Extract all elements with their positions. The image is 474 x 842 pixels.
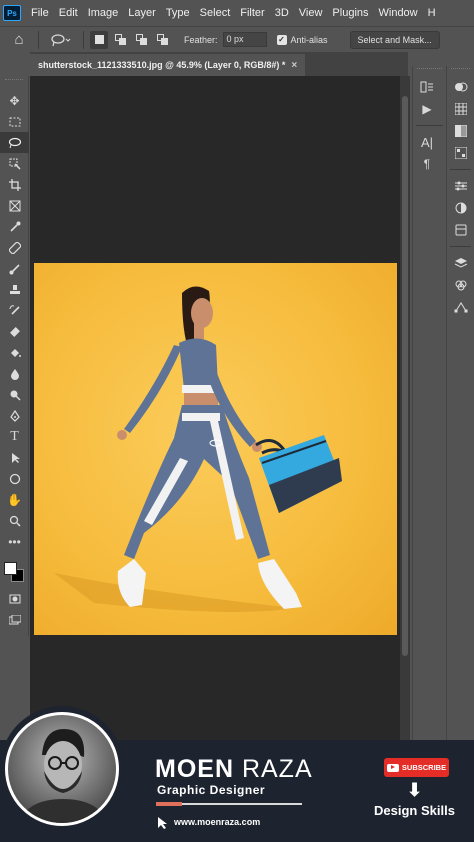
object-selection-tool-icon[interactable] <box>0 153 29 174</box>
frame-tool-icon[interactable] <box>0 195 29 216</box>
move-tool-icon[interactable]: ✥ <box>0 90 29 111</box>
photoshop-logo[interactable]: Ps <box>3 5 21 21</box>
character-panel-icon[interactable]: A| <box>413 131 441 153</box>
vertical-scrollbar[interactable] <box>400 76 410 740</box>
paths-panel-icon[interactable] <box>447 296 474 318</box>
channels-panel-icon[interactable] <box>447 274 474 296</box>
blur-tool-icon[interactable] <box>0 363 29 384</box>
document-tab[interactable]: shutterstock_1121333510.jpg @ 45.9% (Lay… <box>30 54 306 76</box>
options-bar: ⌂ Feather: 0 px ✓ Anti-alias Select and … <box>0 26 474 52</box>
menu-bar: Ps File Edit Image Layer Type Select Fil… <box>0 0 474 26</box>
brand-divider-accent <box>156 802 182 806</box>
channel-name: Design Skills <box>374 803 455 818</box>
photo-woman-walking-with-gym-bag[interactable] <box>34 263 397 635</box>
swatches-panel-icon[interactable] <box>447 98 474 120</box>
panel-dock-collapsed: ▶ A| ¶ <box>412 66 446 746</box>
tools-panel: ✥ T ✋ ••• <box>0 76 29 636</box>
gradients-panel-icon[interactable] <box>447 120 474 142</box>
intersect-selection-icon[interactable] <box>153 31 171 49</box>
ellipse-tool-icon[interactable] <box>0 468 29 489</box>
menu-edit[interactable]: Edit <box>54 7 83 19</box>
history-brush-tool-icon[interactable] <box>0 300 29 321</box>
path-selection-tool-icon[interactable] <box>0 447 29 468</box>
divider <box>83 30 84 49</box>
subscribe-button[interactable]: SUBSCRIBE <box>384 758 449 777</box>
crop-tool-icon[interactable] <box>0 174 29 195</box>
document-tab-bar: shutterstock_1121333510.jpg @ 45.9% (Lay… <box>30 52 408 76</box>
adjustments-panel-icon[interactable] <box>447 175 474 197</box>
more-tools-icon[interactable]: ••• <box>0 531 29 552</box>
menu-layer[interactable]: Layer <box>123 7 161 19</box>
avatar <box>5 712 119 826</box>
eraser-tool-icon[interactable] <box>0 321 29 342</box>
add-to-selection-icon[interactable] <box>111 31 129 49</box>
anti-alias-checkbox[interactable]: ✓ <box>276 34 287 45</box>
type-tool-icon[interactable]: T <box>0 426 29 447</box>
panel-grip[interactable] <box>5 79 23 87</box>
menu-window[interactable]: Window <box>374 7 423 19</box>
libraries-panel-icon[interactable] <box>447 219 474 241</box>
clone-stamp-tool-icon[interactable] <box>0 279 29 300</box>
document-title: shutterstock_1121333510.jpg @ 45.9% (Lay… <box>38 60 286 70</box>
divider <box>38 30 39 49</box>
menu-3d[interactable]: 3D <box>270 7 294 19</box>
menu-type[interactable]: Type <box>161 7 195 19</box>
divider <box>450 246 471 247</box>
select-and-mask-button[interactable]: Select and Mask... <box>349 30 440 49</box>
eyedropper-tool-icon[interactable] <box>0 216 29 237</box>
history-panel-icon[interactable] <box>413 76 441 98</box>
hand-tool-icon[interactable]: ✋ <box>0 489 29 510</box>
feather-input[interactable]: 0 px <box>222 32 267 47</box>
patterns-panel-icon[interactable] <box>447 142 474 164</box>
actions-panel-icon[interactable]: ▶ <box>413 98 441 120</box>
subscribe-label: SUBSCRIBE <box>401 763 447 772</box>
properties-panel-icon[interactable] <box>447 197 474 219</box>
new-selection-icon[interactable] <box>90 30 108 49</box>
brand-last-name: RAZA <box>241 755 313 783</box>
brand-url[interactable]: www.moenraza.com <box>174 817 260 827</box>
quick-mask-icon[interactable] <box>0 588 29 609</box>
close-icon[interactable]: × <box>291 60 297 71</box>
marquee-tool-icon[interactable] <box>0 111 29 132</box>
healing-brush-tool-icon[interactable] <box>0 237 29 258</box>
menu-plugins[interactable]: Plugins <box>327 7 373 19</box>
screen-mode-icon[interactable] <box>0 609 29 630</box>
menu-view[interactable]: View <box>294 7 328 19</box>
brand-name: MOEN RAZA <box>155 755 313 784</box>
subtract-from-selection-icon[interactable] <box>132 31 150 49</box>
anti-alias-label: Anti-alias <box>290 34 328 45</box>
cursor-icon <box>158 817 167 829</box>
lasso-tool-preset-icon[interactable] <box>45 33 77 47</box>
brand-first-name: MOEN <box>155 755 234 783</box>
dodge-tool-icon[interactable] <box>0 384 29 405</box>
brand-role: Graphic Designer <box>157 783 266 797</box>
foreground-color-swatch[interactable] <box>4 562 17 575</box>
youtube-play-icon <box>386 763 399 772</box>
divider <box>450 169 471 170</box>
scroll-thumb[interactable] <box>402 96 408 656</box>
home-icon[interactable]: ⌂ <box>6 29 32 51</box>
color-panel-icon[interactable] <box>447 76 474 98</box>
lasso-tool-icon[interactable] <box>0 132 29 153</box>
layers-panel-icon[interactable] <box>447 252 474 274</box>
menu-select[interactable]: Select <box>195 7 236 19</box>
pen-tool-icon[interactable] <box>0 405 29 426</box>
menu-filter[interactable]: Filter <box>235 7 269 19</box>
paragraph-panel-icon[interactable]: ¶ <box>413 153 441 175</box>
brush-tool-icon[interactable] <box>0 258 29 279</box>
panel-grip[interactable] <box>417 68 442 74</box>
zoom-tool-icon[interactable] <box>0 510 29 531</box>
divider <box>416 125 443 126</box>
menu-help[interactable]: H <box>423 7 441 19</box>
feather-label: Feather: <box>184 34 218 45</box>
menu-file[interactable]: File <box>26 7 54 19</box>
panel-dock <box>446 66 474 746</box>
color-swatches[interactable] <box>0 552 29 588</box>
menu-image[interactable]: Image <box>83 7 124 19</box>
paint-bucket-tool-icon[interactable] <box>0 342 29 363</box>
panel-grip[interactable] <box>451 68 470 74</box>
down-arrow-icon: ⬇ <box>407 780 423 800</box>
